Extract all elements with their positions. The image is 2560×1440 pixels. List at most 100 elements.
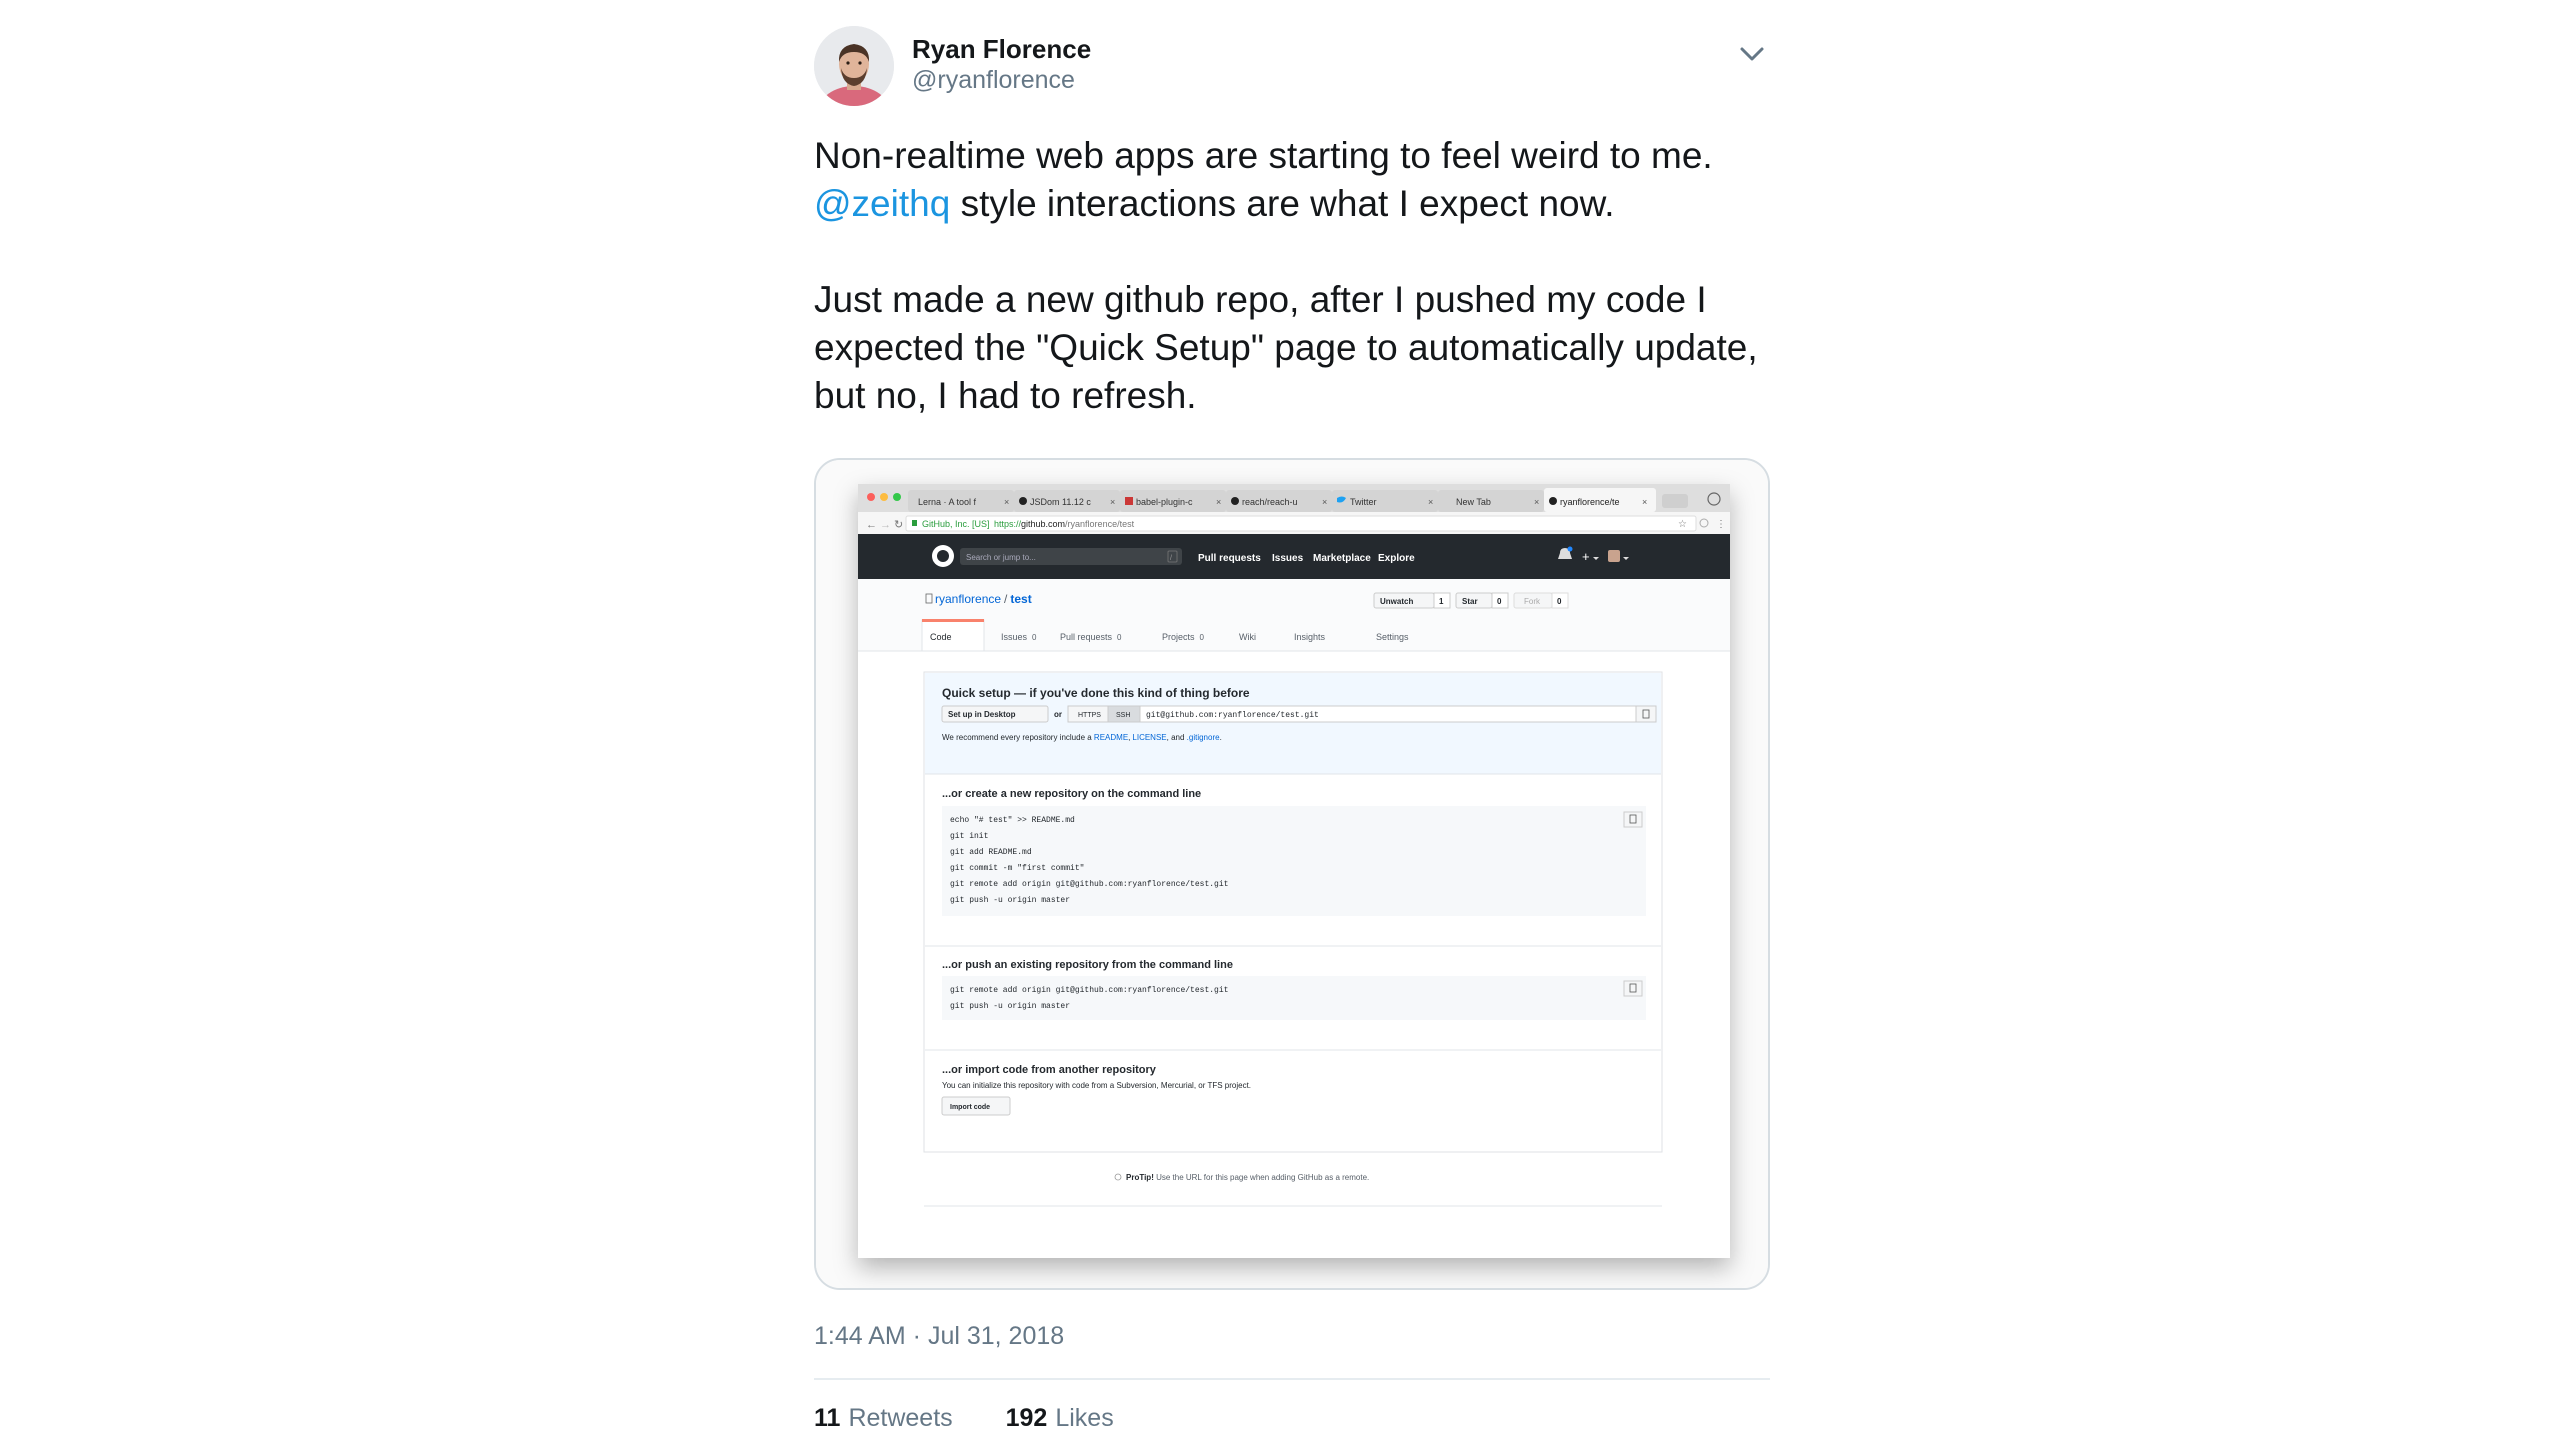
license-link[interactable]: LICENSE [1132, 733, 1166, 742]
tweet-line: Just made a new github repo, after I pus… [814, 279, 1707, 320]
recommend-text: We recommend every repository include a … [942, 733, 1222, 742]
tab-settings[interactable]: Settings [1376, 632, 1409, 642]
url-path: /ryanflorence/test [1065, 519, 1135, 529]
tweet-timestamp[interactable]: 1:44 AM · Jul 31, 2018 [814, 1322, 1064, 1351]
slash-key-label: / [1170, 555, 1172, 562]
tweet-line: Non-realtime web apps are starting to fe… [814, 135, 1713, 176]
nav-pull-requests[interactable]: Pull requests [1198, 553, 1261, 564]
copy-icon[interactable] [1623, 811, 1643, 828]
desktop-label: Set up in Desktop [948, 710, 1016, 719]
tab-code-label: Code [930, 632, 952, 642]
svg-text:×: × [1110, 497, 1115, 507]
browser-tab[interactable]: Lerna · A tool f × [908, 490, 1014, 512]
code-line: git remote add origin git@github.com:rya… [950, 880, 1228, 889]
star-label: Star [1462, 597, 1478, 606]
fork-button[interactable]: Fork 0 [1513, 592, 1569, 609]
author-avatar[interactable] [814, 26, 894, 106]
author-handle[interactable]: @ryanflorence [912, 66, 1075, 95]
svg-text:×: × [1322, 497, 1327, 507]
avatar-portrait [814, 26, 894, 106]
tab-prs-label: Pull requests [1060, 632, 1113, 642]
recommend-prefix: We recommend every repository include a [942, 733, 1094, 742]
import-code-button[interactable]: Import code [941, 1096, 1011, 1116]
tab-title: reach/reach-u [1242, 497, 1298, 507]
tab-title: JSDom 11.12 c [1030, 497, 1091, 507]
fork-count: 0 [1557, 597, 1562, 606]
url: https://github.com/ryanflorence/test [994, 519, 1135, 529]
nav-marketplace[interactable]: Marketplace [1313, 553, 1371, 564]
browser-tab[interactable]: New Tab × [1438, 490, 1544, 512]
copy-icon[interactable] [1635, 705, 1657, 723]
likes-count: 192 [1005, 1404, 1048, 1432]
tweet-text: Non-realtime web apps are starting to fe… [814, 132, 1770, 420]
quick-setup-title: Quick setup — if you've done this kind o… [942, 686, 1250, 700]
browser-tab[interactable]: JSDom 11.12 c × [1014, 490, 1120, 512]
tweet-line: @zeithq style interactions are what I ex… [814, 180, 1770, 228]
https-label: HTTPS [1078, 712, 1101, 719]
repo-owner: ryanflorence [935, 592, 1001, 606]
readme-link[interactable]: README [1094, 733, 1128, 742]
tab-issues-count: 0 [1032, 633, 1037, 642]
code-line: git remote add origin git@github.com:rya… [950, 986, 1228, 995]
gitignore-link[interactable]: .gitignore [1187, 733, 1220, 742]
url-host: github.com [1021, 519, 1065, 529]
unwatch-label: Unwatch [1380, 597, 1413, 606]
ssh-label: SSH [1116, 712, 1130, 719]
tab-insights[interactable]: Insights [1294, 632, 1326, 642]
import-description: You can initialize this repository with … [942, 1081, 1251, 1090]
svg-text:×: × [1004, 497, 1009, 507]
likes-stat[interactable]: 192 Likes [1006, 1404, 1114, 1433]
repo-title: ryanflorence / test [935, 592, 1032, 606]
tab-projects-count: 0 [1200, 633, 1205, 642]
url-prefix: https:// [994, 519, 1022, 529]
tab-title: New Tab [1456, 497, 1491, 507]
recommend-comma: , [1128, 733, 1130, 742]
or-text: or [1054, 710, 1062, 719]
lock-icon [912, 520, 917, 526]
browser-tab[interactable]: Twitter × [1332, 490, 1438, 512]
likes-label: Likes [1055, 1404, 1114, 1432]
nav-issues[interactable]: Issues [1272, 553, 1304, 564]
tweet-line-text: style interactions are what I expect now… [950, 183, 1615, 224]
new-tab-button[interactable] [1662, 494, 1688, 508]
tab-wiki[interactable]: Wiki [1239, 632, 1256, 642]
browser-tab[interactable]: babel-plugin-c × [1120, 490, 1226, 512]
set-up-in-desktop-button[interactable]: Set up in Desktop [941, 705, 1049, 723]
star-button[interactable]: Star 0 [1455, 592, 1509, 609]
browser-tab-active[interactable]: ryanflorence/te × [1544, 488, 1656, 512]
import-code-label: Import code [950, 1104, 990, 1111]
mention-link[interactable]: @zeithq [814, 183, 950, 224]
push-code-block [942, 976, 1646, 1020]
code-line: git commit -m "first commit" [950, 864, 1084, 873]
browser-tab[interactable]: reach/reach-u × [1226, 490, 1332, 512]
minimize-dot [880, 493, 888, 501]
retweets-label: Retweets [848, 1404, 953, 1432]
star-count: 0 [1497, 597, 1502, 606]
code-line: git push -u origin master [950, 1002, 1070, 1011]
search-placeholder: Search or jump to... [966, 553, 1036, 562]
author-name[interactable]: Ryan Florence [912, 34, 1091, 65]
tab-prs-count: 0 [1117, 633, 1122, 642]
nav-explore[interactable]: Explore [1378, 553, 1415, 564]
forward-icon: → [880, 519, 891, 531]
tab-title: babel-plugin-c [1136, 497, 1193, 507]
code-line: git push -u origin master [950, 896, 1070, 905]
create-title: ...or create a new repository on the com… [942, 788, 1201, 800]
tab-title: ryanflorence/te [1560, 497, 1620, 507]
star-icon: ☆ [1678, 519, 1687, 530]
repo-name: test [1010, 592, 1031, 606]
import-title: ...or import code from another repositor… [942, 1064, 1157, 1076]
menu-icon: ⋮ [1716, 519, 1726, 530]
reload-icon: ↻ [894, 519, 903, 531]
code-line: git init [950, 832, 988, 841]
tweet-line: but no, I had to refresh. [814, 375, 1197, 416]
tweet-media[interactable]: Lerna · A tool f × JSDom 11.12 c × babel… [814, 458, 1770, 1290]
copy-icon[interactable] [1623, 980, 1643, 997]
unwatch-button[interactable]: Unwatch 1 [1373, 592, 1451, 609]
tab-issues[interactable]: Issues 0 [1001, 632, 1037, 642]
svg-text:×: × [1428, 497, 1433, 507]
retweets-stat[interactable]: 11 Retweets [814, 1404, 953, 1433]
chevron-down-icon[interactable] [1734, 36, 1770, 72]
recommend-period: . [1220, 733, 1222, 742]
